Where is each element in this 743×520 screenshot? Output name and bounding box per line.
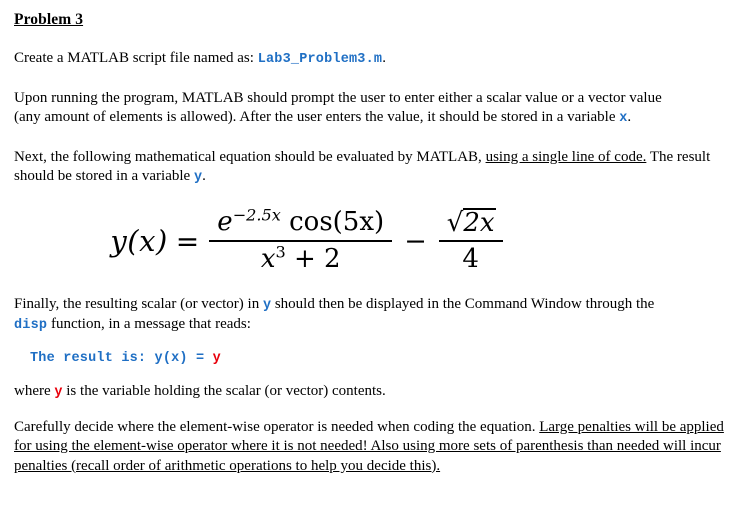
- sqrt-numerator: √2x: [439, 207, 503, 240]
- single-line-of-code-emphasis: using a single line of code.: [485, 148, 647, 165]
- display-result-text-a: Finally, the resulting scalar (or vector…: [14, 296, 260, 313]
- display-result-text-b: should then be displayed in the Command …: [274, 296, 655, 313]
- paragraph-create-script: Create a MATLAB script file named as: La…: [14, 49, 729, 69]
- math-equation: y(x) = e−2.5x cos(5x) x3 + 2 − √2x 4: [14, 187, 729, 295]
- period-after-x: .: [627, 109, 632, 126]
- equation-minus-operator: −: [404, 225, 427, 257]
- document-body: Problem 3 Create a MATLAB script file na…: [0, 0, 743, 476]
- equation-main-fraction: e−2.5x cos(5x) x3 + 2: [209, 205, 393, 273]
- disp-function-code: disp: [14, 317, 48, 333]
- code-output-variable: y: [212, 351, 221, 367]
- variable-y-display: y: [262, 298, 272, 314]
- sqrt-radicand: 2x: [463, 207, 496, 238]
- equation-left-hand-side: y(x): [110, 224, 168, 259]
- variable-y-red: y: [54, 385, 63, 401]
- period-after-filename: .: [382, 50, 386, 67]
- period-after-y: .: [202, 168, 206, 185]
- fraction-denominator: x3 + 2: [253, 242, 349, 273]
- paragraph-prompt-user: Upon running the program, MATLAB should …: [14, 89, 729, 128]
- fraction-numerator: e−2.5x cos(5x): [209, 205, 392, 239]
- paragraph-where-y: where y is the variable holding the scal…: [14, 382, 729, 402]
- paragraph-display-result: Finally, the resulting scalar (or vector…: [14, 295, 729, 334]
- sqrt-icon: √: [446, 207, 464, 238]
- denominator-exponent: 3: [275, 241, 286, 261]
- code-output-sample: The result is: y(x) = y: [14, 350, 729, 366]
- create-script-text: Create a MATLAB script file named as:: [14, 50, 254, 67]
- sqrt-fraction-denominator: 4: [462, 244, 479, 275]
- document-page: Problem 3 Create a MATLAB script file na…: [0, 0, 743, 520]
- filename-code: Lab3_Problem3.m: [257, 52, 383, 68]
- where-text: where: [14, 383, 51, 400]
- variable-y-intro: y: [193, 170, 203, 186]
- cosine-term: cos(5x): [289, 207, 385, 238]
- denominator-rest: + 2: [294, 243, 341, 274]
- page-title: Problem 3: [14, 11, 84, 28]
- equation-equals-sign: =: [175, 224, 200, 258]
- prompt-user-line2: (any amount of elements is allowed). Aft…: [14, 109, 616, 126]
- equation-sqrt-fraction: √2x 4: [438, 207, 503, 275]
- denominator-variable: x: [260, 243, 276, 274]
- paragraph-penalties-warning: Carefully decide where the element-wise …: [14, 418, 729, 477]
- penalties-plain-text: Carefully decide where the element-wise …: [14, 418, 536, 435]
- exponential-base: e: [217, 207, 233, 238]
- sqrt-group: √2x: [446, 207, 496, 238]
- where-text-rest: is the variable holding the scalar (or v…: [66, 383, 386, 400]
- paragraph-equation-intro: Next, the following mathematical equatio…: [14, 148, 729, 187]
- equation-intro-text: Next, the following mathematical equatio…: [14, 148, 482, 165]
- exponential-power: −2.5x: [232, 205, 281, 225]
- prompt-user-line1: Upon running the program, MATLAB should …: [14, 89, 662, 106]
- display-result-text-c: function, in a message that reads:: [50, 315, 251, 332]
- code-output-prefix: The result is: y(x) =: [30, 351, 213, 367]
